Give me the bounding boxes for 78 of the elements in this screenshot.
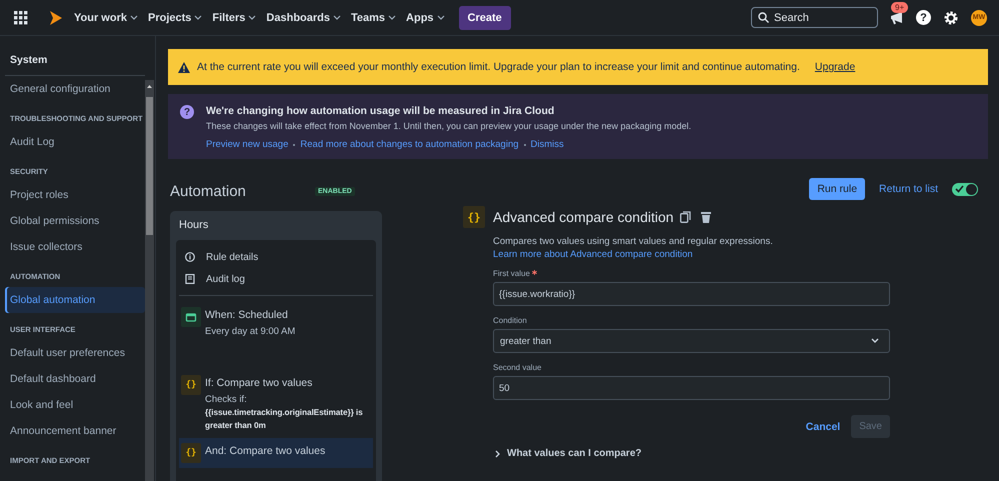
rule-name: Hours [178,218,210,233]
panel-link[interactable]: Audit log [179,268,373,290]
warning-icon [178,62,190,72]
nav-menu[interactable]: Projects [148,12,202,24]
separator-dot [524,144,526,146]
nav-menu[interactable]: Your work [74,12,138,24]
step-title[interactable]: When: Scheduled [205,309,377,321]
create-button[interactable]: Create [458,6,511,30]
cancel-button[interactable]: Cancel [806,420,840,432]
check-icon [955,185,964,193]
editor-description: Compares two values using smart values and regular expressions. Learn more about Advanced compare condition [493,235,774,261]
sidebar-item[interactable]: Global automation [5,287,145,313]
notice-text: These changes will take effect from November 1. Until then, you can preview your usage under the new packaging model. [206,121,692,131]
notice-link[interactable]: Preview new usage [206,139,288,150]
nav-menu[interactable]: Apps [406,12,445,24]
chevron-down-icon [194,15,202,21]
enabled-toggle[interactable] [952,182,978,196]
field-label: Condition [493,316,527,325]
field-label: Second value [493,363,542,372]
expander-toggle[interactable]: What values can I compare? [495,448,890,459]
sidebar-item[interactable]: Announcement banner [5,418,145,444]
chevron-down-icon [871,338,879,344]
nav-menu[interactable]: Teams [351,12,396,24]
sidebar-item[interactable]: Issue collectors [5,234,145,260]
step-description: Every day at 9:00 AM [205,326,296,338]
sidebar-title: System [9,53,48,68]
page-title: Automation [170,182,247,200]
notice-link[interactable]: Dismiss [530,139,564,150]
chevron-down-icon [436,15,445,21]
chevron-right-icon [495,450,500,458]
copy-icon[interactable] [680,211,691,223]
braces-icon: {} [181,375,201,395]
chevron-down-icon [333,15,341,21]
step-title[interactable]: If: Compare two values [205,377,377,389]
input-field[interactable]: 50 [493,376,890,400]
warning-message: At the current rate you will exceed your monthly execution limit. Upgrade your plan to increase your limit and continue automating. [197,61,800,73]
notice-link[interactable]: Read more about changes to automation packaging [300,139,519,150]
sidebar-item[interactable]: Look and feel [5,392,145,418]
settings-icon[interactable] [943,10,959,26]
condition-select[interactable]: greater than [493,329,890,353]
notification-count: 9+ [891,2,908,12]
nav-menu[interactable]: Dashboards [266,12,341,24]
search-field[interactable]: Search [751,7,878,28]
input-field[interactable]: {{issue.workratio}} [493,282,890,306]
sidebar-item[interactable]: Default dashboard [5,366,145,392]
braces-icon: {} [181,443,201,463]
notice-title: We're changing how automation usage will be measured in Jira Cloud [206,105,556,117]
sidebar-item[interactable]: Audit Log [5,129,145,155]
chevron-down-icon [130,15,138,21]
upgrade-link[interactable]: Upgrade [814,61,856,73]
help-button[interactable]: ? [916,10,931,25]
document-icon [185,274,195,284]
sidebar-item[interactable]: Global permissions [5,208,145,234]
search-icon [758,12,769,23]
question-icon: ? [180,105,194,119]
field-label: First value [493,269,530,278]
step-description: Checks if: {{issue.timetracking.originalEstimate}} is greater than 0m [205,394,364,432]
calendar-icon [181,307,201,327]
return-to-list-link[interactable]: Return to list [879,183,938,195]
chevron-down-icon [388,15,396,21]
separator-dot [293,144,296,146]
sidebar-item[interactable]: Default user preferences [5,340,145,366]
sidebar-item[interactable]: General configuration [5,76,145,102]
panel-link[interactable]: Rule details [179,246,373,268]
info-icon [185,252,195,262]
learn-more-link[interactable]: Learn more about Advanced compare condition [493,249,693,260]
nav-menu[interactable]: Filters [212,12,256,24]
chevron-down-icon [248,15,256,21]
run-rule-button[interactable]: Run rule [809,178,866,200]
play-logo-icon[interactable] [50,10,62,24]
app-switcher-icon[interactable] [14,10,28,24]
megaphone-icon[interactable] [890,10,904,24]
trash-icon[interactable] [700,211,711,223]
editor-title: Advanced compare condition [493,209,674,225]
braces-icon: {} [463,206,485,228]
step-title[interactable]: And: Compare two values [205,445,326,457]
sidebar-item[interactable]: Project roles [5,182,145,208]
selected-step[interactable]: {} And: Compare two values [179,438,373,468]
